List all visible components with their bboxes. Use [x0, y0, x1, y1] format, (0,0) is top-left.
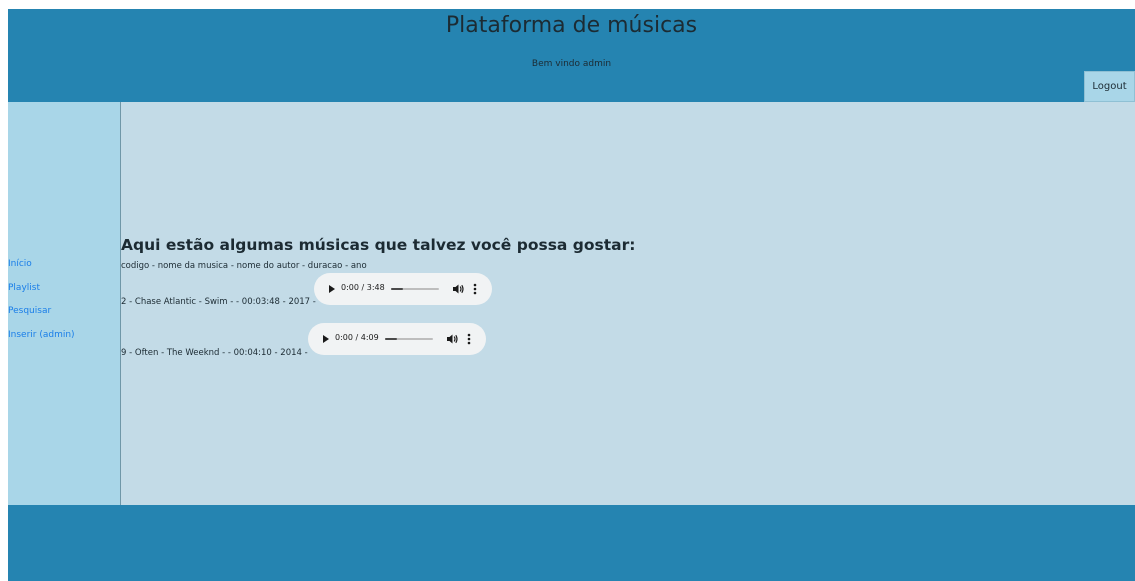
progress-fill — [385, 338, 397, 340]
song-info: 9 - Often - The Weeknd - - 00:04:10 - 20… — [121, 348, 308, 358]
more-options-icon[interactable] — [466, 332, 472, 346]
player-time: 0:00 / 3:48 — [341, 283, 385, 292]
sidebar-nav: Início Playlist Pesquisar Inserir (admin… — [8, 259, 75, 353]
page: Plataforma de músicas Bem vindo admin Lo… — [0, 0, 1135, 581]
audio-player[interactable]: 0:00 / 3:48 — [314, 273, 492, 305]
section-title: Aqui estão algumas músicas que talvez vo… — [121, 236, 636, 254]
sidebar-item-playlist[interactable]: Playlist — [8, 283, 75, 307]
main-content: Aqui estão algumas músicas que talvez vo… — [121, 102, 1135, 505]
logout-button[interactable]: Logout — [1084, 71, 1135, 102]
progress-fill — [391, 288, 403, 290]
columns-description: codigo - nome da musica - nome do autor … — [121, 261, 367, 271]
volume-icon[interactable] — [445, 332, 459, 346]
more-options-icon[interactable] — [472, 282, 478, 296]
site-title: Plataforma de músicas — [445, 13, 698, 38]
progress-bar[interactable] — [391, 288, 439, 290]
volume-icon[interactable] — [451, 282, 465, 296]
player-time: 0:00 / 4:09 — [335, 333, 379, 342]
header: Plataforma de músicas Bem vindo admin Lo… — [8, 9, 1135, 102]
sidebar-item-inserir[interactable]: Inserir (admin) — [8, 330, 75, 354]
song-info: 2 - Chase Atlantic - Swim - - 00:03:48 -… — [121, 297, 316, 307]
play-icon[interactable] — [323, 335, 329, 343]
sidebar: Início Playlist Pesquisar Inserir (admin… — [8, 102, 121, 505]
welcome-message: Bem vindo admin — [531, 59, 612, 69]
footer — [8, 505, 1135, 581]
sidebar-item-inicio[interactable]: Início — [8, 259, 75, 283]
sidebar-item-pesquisar[interactable]: Pesquisar — [8, 306, 75, 330]
progress-bar[interactable] — [385, 338, 433, 340]
play-icon[interactable] — [329, 285, 335, 293]
audio-player[interactable]: 0:00 / 4:09 — [308, 323, 486, 355]
